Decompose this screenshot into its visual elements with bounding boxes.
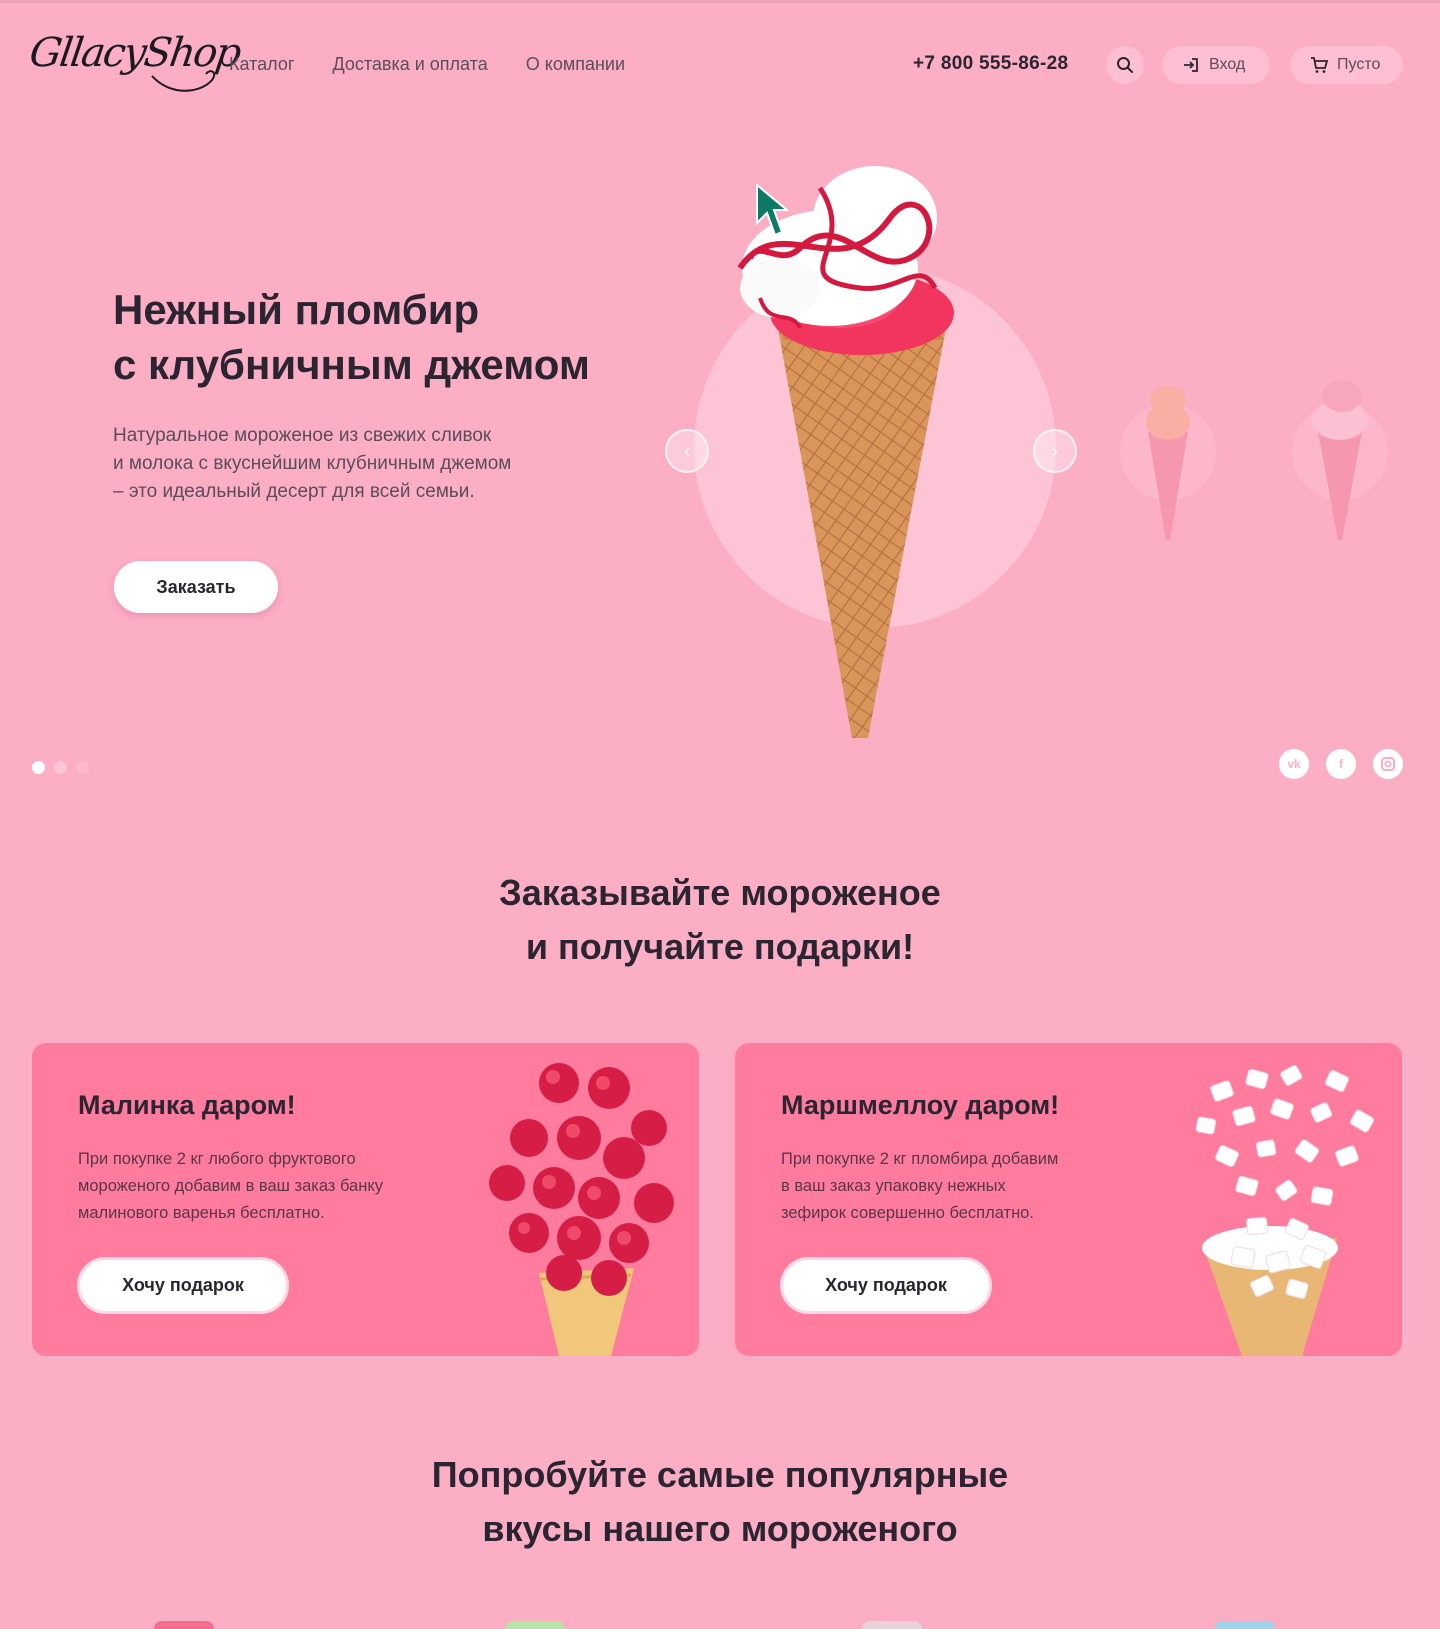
hero-desc-line3: – это идеальный десерт для всей семьи. — [113, 481, 475, 502]
logo-swash-icon — [151, 70, 216, 92]
raspberry-cone-image — [489, 1063, 674, 1356]
promo-title: Малинка даром! — [78, 1090, 296, 1120]
order-button[interactable]: Заказать — [114, 561, 278, 613]
slider-prev-button[interactable]: ‹ — [665, 429, 709, 473]
promo-text: При покупке 2 кг пломбира добавим в ваш … — [781, 1146, 1161, 1227]
slider-dots — [32, 761, 89, 774]
hero-description: Натуральное мороженое из свежих сливок и… — [113, 422, 633, 506]
search-button[interactable] — [1106, 46, 1144, 84]
facebook-icon[interactable]: f — [1326, 749, 1356, 779]
hero-title-line2: с клубничным джемом — [113, 341, 590, 388]
promo-text: При покупке 2 кг любого фруктового морож… — [78, 1146, 458, 1227]
marshmallow-cone-image — [1195, 1065, 1375, 1356]
promo-card-marshmallow: Маршмеллоу даром! При покупке 2 кг пломб… — [735, 1043, 1402, 1356]
chevron-left-icon: ‹ — [684, 440, 690, 461]
chevron-right-icon: › — [1052, 440, 1058, 461]
instagram-icon[interactable] — [1373, 749, 1403, 779]
promo-text-line3: зефирок совершенно бесплатно. — [781, 1204, 1034, 1222]
promo-text-line1: При покупке 2 кг любого фруктового — [78, 1150, 356, 1168]
product-preview-3 — [862, 1621, 922, 1629]
cart-icon — [1311, 57, 1328, 73]
popular-title-line2: вкусы нашего мороженого — [482, 1508, 958, 1549]
gifts-title-line2: и получайте подарки! — [525, 926, 915, 967]
cart-button[interactable]: Пусто — [1290, 46, 1403, 84]
product-preview-2 — [505, 1621, 565, 1629]
login-icon — [1184, 58, 1198, 72]
main-nav: Каталог Доставка и оплата О компании — [229, 54, 625, 75]
site-logo[interactable]: GllacyShop — [27, 26, 242, 98]
nav-catalog-link[interactable]: Каталог — [229, 54, 294, 75]
want-gift-button[interactable]: Хочу подарок — [77, 1257, 289, 1314]
hero-title-line1: Нежный пломбир — [113, 286, 480, 333]
hero-desc-line2: и молока с вкуснейшим клубничным джемом — [113, 453, 512, 474]
product-previews-cutoff — [0, 1621, 1440, 1629]
slider-dot-2[interactable] — [54, 761, 67, 774]
slider-next-button[interactable]: › — [1033, 429, 1077, 473]
login-label: Вход — [1209, 56, 1246, 73]
gifts-section-title: Заказывайте мороженое и получайте подарк… — [0, 866, 1440, 974]
hero-desc-line1: Натуральное мороженое из свежих сливок — [113, 425, 492, 446]
want-gift-button[interactable]: Хочу подарок — [780, 1257, 992, 1314]
promo-title: Маршмеллоу даром! — [781, 1090, 1060, 1120]
vk-icon[interactable]: vk — [1279, 749, 1309, 779]
phone-number[interactable]: +7 800 555-86-28 — [913, 53, 1068, 75]
gifts-title-line1: Заказывайте мороженое — [499, 872, 941, 913]
instagram-glyph-icon — [1381, 757, 1395, 771]
promo-text-line3: малинового варенья бесплатно. — [78, 1204, 325, 1222]
promo-text-line1: При покупке 2 кг пломбира добавим — [781, 1150, 1059, 1168]
site-header: GllacyShop Каталог Доставка и оплата О к… — [0, 0, 1440, 130]
search-icon — [1117, 57, 1133, 73]
third-slide-cone-preview[interactable] — [1290, 366, 1390, 542]
popular-title-line1: Попробуйте самые популярные — [431, 1454, 1009, 1495]
popular-section-title: Попробуйте самые популярные вкусы нашего… — [0, 1448, 1440, 1556]
next-slide-cone-preview[interactable] — [1118, 372, 1218, 542]
nav-delivery-link[interactable]: Доставка и оплата — [332, 54, 487, 75]
social-links: vk f — [1279, 749, 1403, 779]
promo-card-raspberry: Малинка даром! При покупке 2 кг любого ф… — [32, 1043, 699, 1356]
cart-label: Пусто — [1337, 56, 1381, 73]
product-preview-4 — [1215, 1621, 1275, 1629]
nav-about-link[interactable]: О компании — [526, 54, 625, 75]
product-preview-1 — [154, 1621, 214, 1629]
slider-dot-1[interactable] — [32, 761, 45, 774]
promo-text-line2: в ваш заказ упаковку нежных — [781, 1177, 1006, 1195]
login-button[interactable]: Вход — [1162, 46, 1270, 84]
hero-title: Нежный пломбир с клубничным джемом — [113, 282, 590, 392]
promo-text-line2: мороженого добавим в ваш заказ банку — [78, 1177, 383, 1195]
mouse-cursor-icon — [756, 183, 789, 237]
slider-dot-3[interactable] — [76, 761, 89, 774]
